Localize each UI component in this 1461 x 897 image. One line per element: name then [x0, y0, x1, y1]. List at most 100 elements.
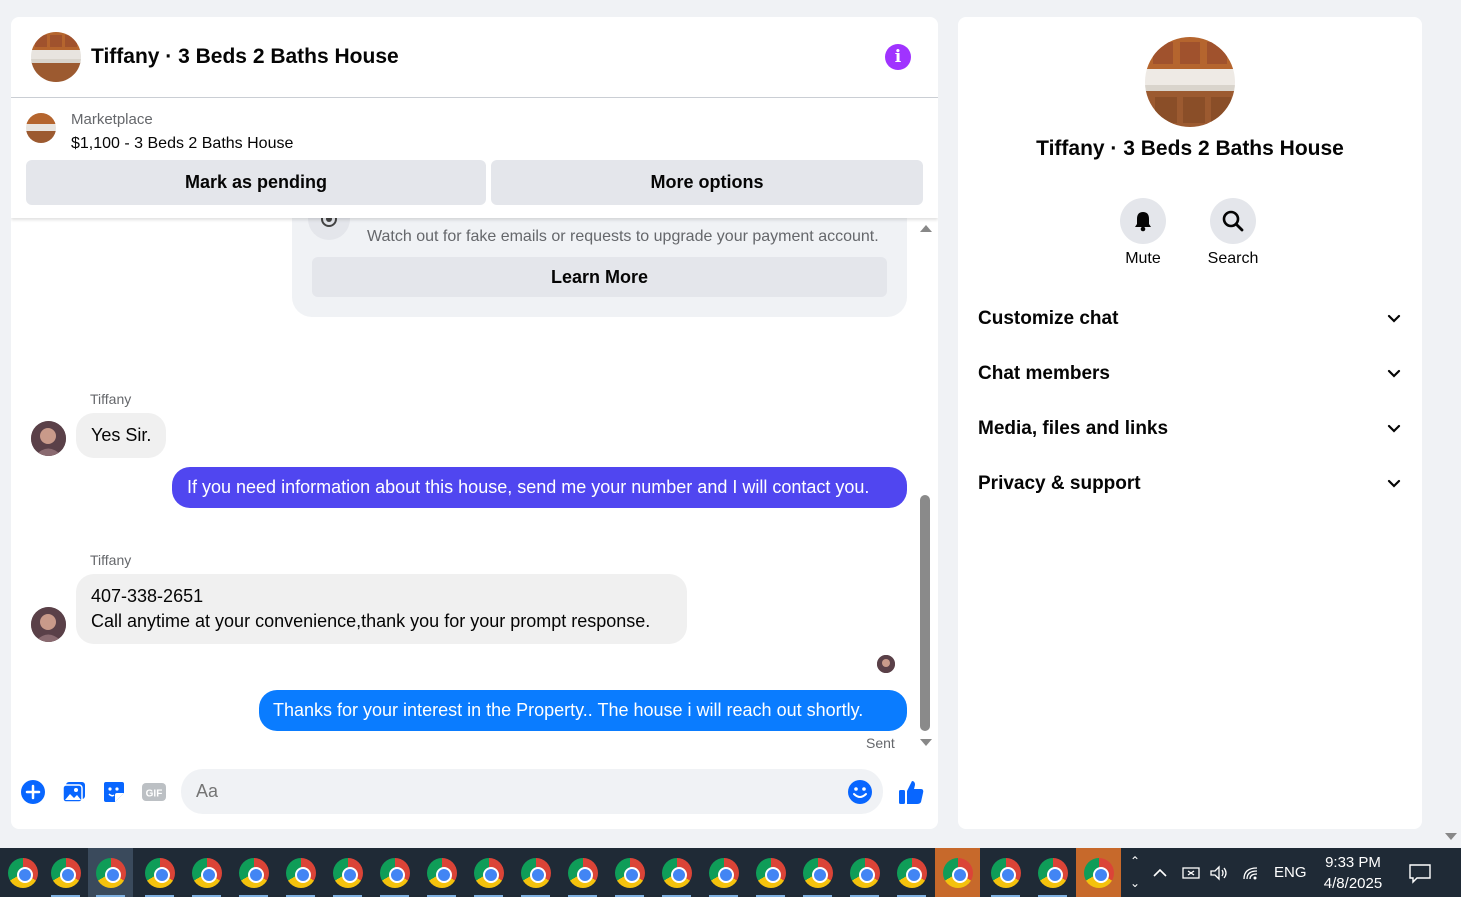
svg-text:GIF: GIF	[146, 789, 163, 800]
plus-icon[interactable]	[20, 779, 46, 805]
chevron-down-icon	[1387, 369, 1401, 378]
language-indicator[interactable]: ENG	[1274, 848, 1307, 897]
listing-avatar[interactable]	[31, 32, 81, 82]
avatar[interactable]	[31, 421, 66, 456]
outgoing-message[interactable]: Thanks for your interest in the Property…	[259, 690, 907, 731]
conversation-info-panel: Tiffany · 3 Beds 2 Baths House Mute Sear…	[958, 17, 1422, 829]
chrome-taskbar-icon[interactable]	[88, 848, 133, 897]
photo-icon[interactable]	[61, 779, 87, 805]
chevron-down-icon	[1387, 314, 1401, 323]
chrome-taskbar-icon[interactable]	[701, 848, 746, 897]
chrome-taskbar-icon[interactable]	[795, 848, 840, 897]
chrome-taskbar-icon[interactable]	[466, 848, 511, 897]
sent-status: Sent	[866, 735, 895, 751]
learn-more-button[interactable]: Learn More	[312, 257, 887, 297]
outgoing-message[interactable]: If you need information about this house…	[172, 467, 907, 508]
message-line: Call anytime at your convenience,thank y…	[91, 611, 651, 631]
mark-as-pending-button[interactable]: Mark as pending	[26, 160, 486, 205]
clock-date: 4/8/2025	[1323, 875, 1383, 892]
chevron-down-icon	[1387, 424, 1401, 433]
incoming-message[interactable]: Yes Sir.	[76, 413, 167, 458]
chrome-taskbar-icon[interactable]	[419, 848, 464, 897]
chrome-taskbar-icon[interactable]	[0, 848, 45, 897]
chevron-up-icon	[1153, 868, 1167, 877]
seen-avatar	[877, 655, 895, 673]
section-label: Chat members	[978, 363, 1110, 384]
scroll-up-icon[interactable]	[920, 225, 932, 232]
chevron-up-icon[interactable]: ⌃	[1127, 850, 1143, 872]
scroll-thumb[interactable]	[920, 495, 930, 731]
chat-panel: Tiffany · 3 Beds 2 Baths House i Marketp…	[11, 17, 938, 829]
notifications-icon[interactable]	[1408, 848, 1432, 897]
section-chat-members[interactable]: Chat members	[978, 354, 1402, 394]
taskbar-scroll-buttons[interactable]: ⌃ ⌄	[1127, 850, 1143, 895]
chrome-taskbar-icon[interactable]	[607, 848, 652, 897]
scroll-down-icon[interactable]	[920, 739, 932, 746]
like-icon[interactable]	[896, 779, 926, 805]
search-label: Search	[1207, 250, 1259, 267]
chrome-taskbar-icon[interactable]	[325, 848, 370, 897]
marketplace-listing-bar: Marketplace $1,100 - 3 Beds 2 Baths Hous…	[11, 98, 938, 218]
search-button[interactable]	[1210, 198, 1256, 244]
message-scrollbar[interactable]	[917, 218, 933, 758]
sender-name: Tiffany	[90, 391, 132, 407]
chrome-taskbar-icon[interactable]	[1030, 848, 1075, 897]
listing-avatar[interactable]	[1145, 37, 1235, 127]
section-customize-chat[interactable]: Customize chat	[978, 299, 1402, 339]
chrome-taskbar-icon[interactable]	[278, 848, 323, 897]
chrome-taskbar-icon[interactable]	[983, 848, 1028, 897]
more-options-button[interactable]: More options	[491, 160, 923, 205]
search-icon	[1222, 210, 1244, 232]
sticker-icon[interactable]	[101, 779, 127, 805]
show-hidden-icons[interactable]	[1150, 848, 1170, 897]
chrome-taskbar-icon[interactable]	[748, 848, 793, 897]
listing-price[interactable]: $1,100 - 3 Beds 2 Baths House	[71, 135, 293, 153]
listing-label: Marketplace	[71, 111, 153, 128]
system-clock[interactable]: 9:33 PM 4/8/2025	[1310, 852, 1396, 894]
chrome-taskbar-icon[interactable]	[184, 848, 229, 897]
incoming-message[interactable]: 407-338-2651 Call anytime at your conven…	[76, 574, 687, 644]
section-label: Media, files and links	[978, 418, 1169, 439]
message-composer: GIF	[11, 767, 938, 817]
mute-label: Mute	[1125, 250, 1161, 267]
volume-icon[interactable]	[1208, 848, 1230, 897]
chrome-taskbar-icon[interactable]	[43, 848, 88, 897]
bell-icon	[1135, 212, 1151, 232]
avatar[interactable]	[31, 607, 66, 642]
network-disconnected-icon[interactable]	[1180, 848, 1202, 897]
chrome-taskbar-icon[interactable]	[137, 848, 182, 897]
message-input[interactable]	[181, 769, 883, 814]
chrome-taskbar-icon[interactable]	[654, 848, 699, 897]
page-scroll-down-icon[interactable]	[1445, 833, 1457, 840]
wifi-icon[interactable]	[1241, 848, 1263, 897]
chevron-down-icon	[1387, 479, 1401, 488]
chevron-down-icon[interactable]: ⌄	[1127, 872, 1143, 894]
section-label: Customize chat	[978, 308, 1119, 329]
chrome-taskbar-icon[interactable]	[560, 848, 605, 897]
windows-taskbar: ⌃ ⌄ ENG 9:33 PM 4/8/2025	[0, 848, 1461, 897]
section-privacy-support[interactable]: Privacy & support	[978, 464, 1402, 504]
chrome-taskbar-icon[interactable]	[1076, 848, 1121, 897]
chrome-taskbar-icon[interactable]	[889, 848, 934, 897]
warning-text: Watch out for fake emails or requests to…	[367, 228, 879, 245]
section-label: Privacy & support	[978, 473, 1141, 494]
chrome-taskbar-icon[interactable]	[231, 848, 276, 897]
chrome-taskbar-icon[interactable]	[935, 848, 980, 897]
gif-icon[interactable]: GIF	[141, 779, 167, 805]
chrome-taskbar-icon[interactable]	[372, 848, 417, 897]
chrome-taskbar-icon[interactable]	[842, 848, 887, 897]
chat-header: Tiffany · 3 Beds 2 Baths House i	[11, 17, 938, 98]
emoji-icon[interactable]	[847, 779, 873, 805]
chat-title[interactable]: Tiffany · 3 Beds 2 Baths House	[91, 45, 399, 69]
message-line: 407-338-2651	[91, 586, 204, 606]
message-list: Watch out for fake emails or requests to…	[11, 218, 938, 758]
shield-icon	[308, 218, 350, 240]
mute-button[interactable]	[1120, 198, 1166, 244]
clock-time: 9:33 PM	[1325, 854, 1381, 871]
chrome-taskbar-icon[interactable]	[513, 848, 558, 897]
section-media-files-links[interactable]: Media, files and links	[978, 409, 1402, 449]
info-title: Tiffany · 3 Beds 2 Baths House	[1036, 137, 1344, 160]
listing-thumbnail[interactable]	[26, 113, 56, 143]
info-icon[interactable]: i	[885, 44, 911, 70]
sender-name: Tiffany	[90, 552, 132, 568]
